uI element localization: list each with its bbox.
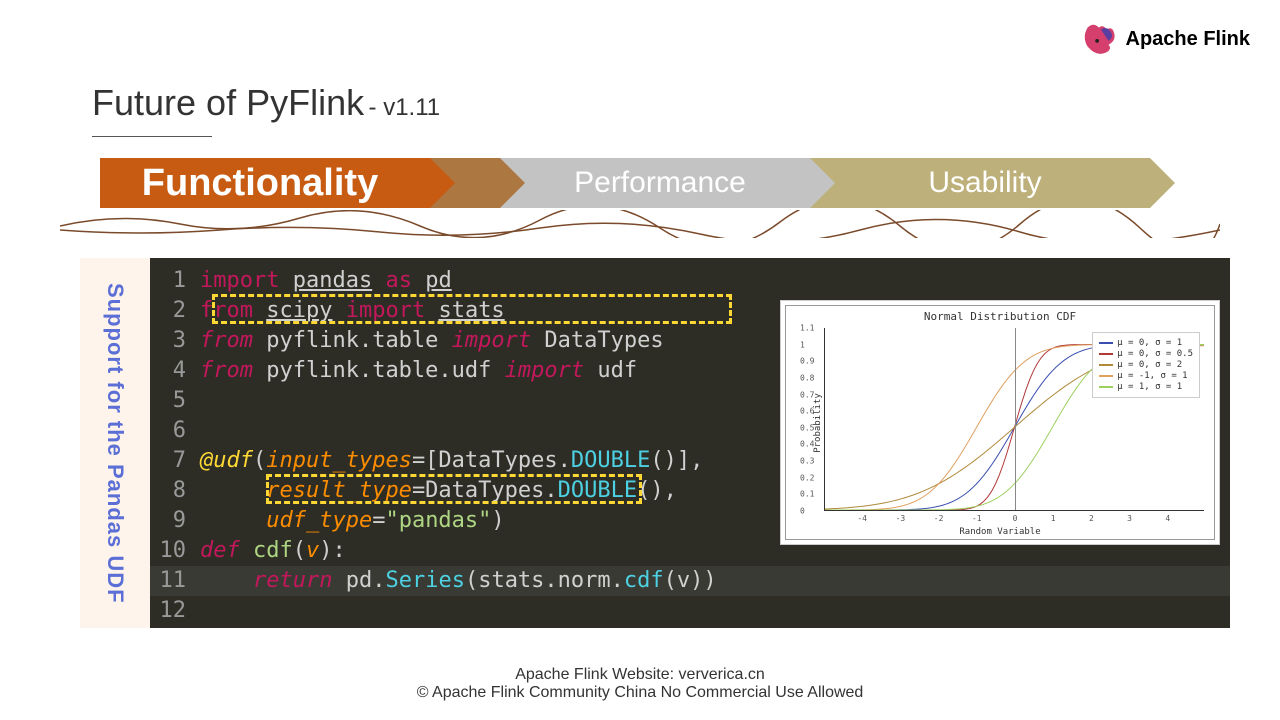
line-number: 11 (150, 566, 200, 596)
footer: Apache Flink Website: ververica.cn © Apa… (417, 666, 864, 702)
y-tick: 0.9 (800, 357, 814, 366)
title-main: Future of PyFlink (92, 82, 364, 123)
line-number: 4 (150, 356, 200, 386)
x-tick: -4 (857, 514, 867, 523)
line-number: 12 (150, 596, 200, 626)
chart-zero-line (1015, 328, 1016, 510)
y-tick: 0.3 (800, 457, 814, 466)
x-tick: -3 (896, 514, 906, 523)
legend-item: μ = 0, σ = 1 (1099, 338, 1193, 348)
flink-squirrel-icon (1080, 20, 1118, 58)
line-number: 3 (150, 326, 200, 356)
tab-label: Performance (574, 166, 746, 200)
x-tick: 0 (1013, 514, 1018, 523)
line-number: 9 (150, 506, 200, 536)
code-block: 1import pandas as pd 2from scipy import … (150, 258, 1230, 628)
y-tick: 0.2 (800, 473, 814, 482)
tabs-row: Functionality Performance Usability (100, 158, 1150, 208)
sidebar-label: Support for the Pandas UDF (102, 283, 128, 604)
logo-text: Apache Flink (1126, 28, 1250, 51)
line-number: 10 (150, 536, 200, 566)
line-number: 2 (150, 296, 200, 326)
chart-legend: μ = 0, σ = 1μ = 0, σ = 0.5μ = 0, σ = 2μ … (1092, 332, 1200, 398)
y-tick: 0.5 (800, 423, 814, 432)
line-number: 6 (150, 416, 200, 446)
x-tick: -2 (934, 514, 944, 523)
x-tick: 4 (1165, 514, 1170, 523)
wavy-divider (60, 210, 1220, 238)
content-area: Support for the Pandas UDF 1import panda… (80, 258, 1230, 628)
chart-panel: Normal Distribution CDF Probability Rand… (780, 300, 1220, 545)
x-tick: 2 (1089, 514, 1094, 523)
y-tick: 0.1 (800, 490, 814, 499)
tab-functionality: Functionality (100, 158, 430, 208)
chart-title: Normal Distribution CDF (924, 310, 1076, 323)
sidebar: Support for the Pandas UDF (80, 258, 150, 628)
y-tick: 0 (800, 507, 805, 516)
tab-usability: Usability (810, 158, 1150, 208)
footer-line1: Apache Flink Website: ververica.cn (417, 666, 864, 684)
legend-item: μ = 0, σ = 0.5 (1099, 349, 1193, 359)
x-tick: 3 (1127, 514, 1132, 523)
x-tick: 1 (1051, 514, 1056, 523)
y-tick: 0.4 (800, 440, 814, 449)
tab-label: Functionality (142, 162, 378, 205)
title-underline (92, 136, 212, 137)
tab-performance: Performance (500, 158, 810, 208)
tab-label: Usability (928, 166, 1041, 200)
line-number: 8 (150, 476, 200, 506)
footer-line2: © Apache Flink Community China No Commer… (417, 684, 864, 702)
x-tick: -1 (972, 514, 982, 523)
y-tick: 0.7 (800, 390, 814, 399)
y-tick: 0.8 (800, 373, 814, 382)
legend-item: μ = -1, σ = 1 (1099, 371, 1193, 381)
line-number: 7 (150, 446, 200, 476)
y-tick: 0.6 (800, 407, 814, 416)
line-number: 5 (150, 386, 200, 416)
line-number: 1 (150, 266, 200, 296)
chart-xlabel: Random Variable (959, 527, 1040, 537)
title-sub: - v1.11 (369, 94, 441, 121)
y-tick: 1.1 (800, 324, 814, 333)
slide-title: Future of PyFlink - v1.11 (92, 82, 440, 137)
legend-item: μ = 0, σ = 2 (1099, 360, 1193, 370)
y-tick: 1 (800, 340, 805, 349)
logo: Apache Flink (1080, 20, 1250, 58)
legend-item: μ = 1, σ = 1 (1099, 382, 1193, 392)
